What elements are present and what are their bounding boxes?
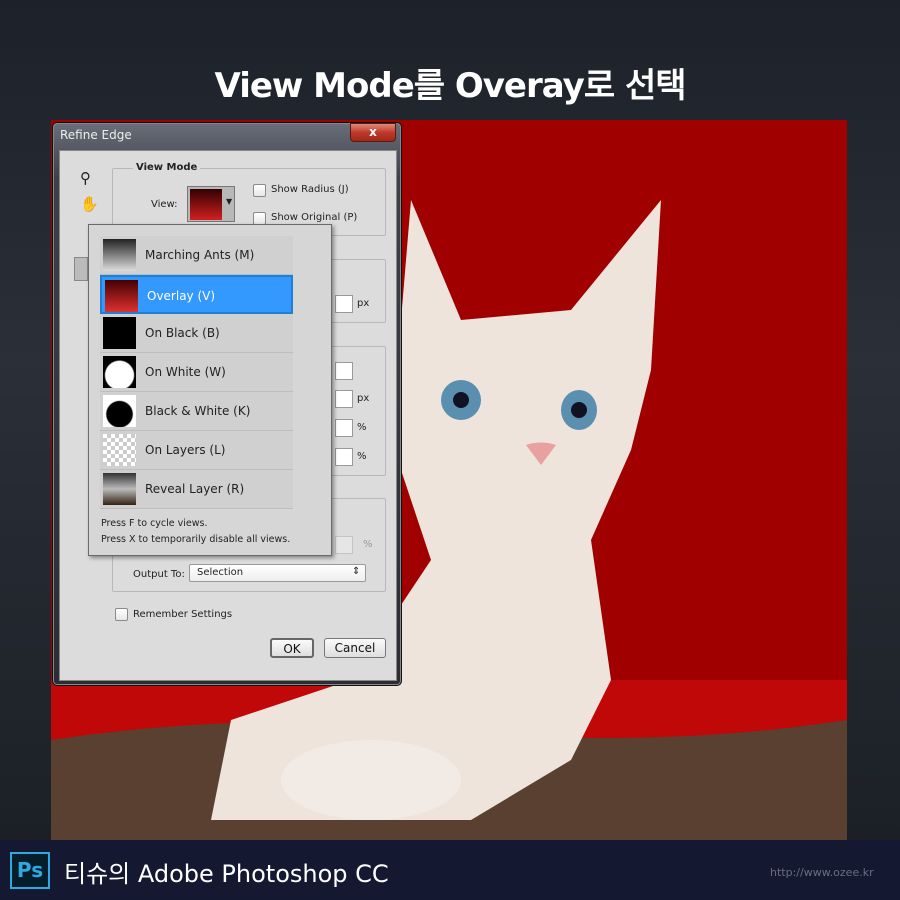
thumbnail — [103, 434, 136, 466]
thumbnail — [103, 317, 136, 349]
percent-unit: % — [357, 422, 367, 433]
menu-item-on-layers[interactable]: On Layers (L) — [100, 431, 293, 470]
footer-url[interactable]: http://www.ozee.kr — [770, 866, 874, 879]
show-radius-checkbox[interactable] — [253, 184, 266, 197]
menu-item-label: On White (W) — [145, 365, 226, 379]
headline: View Mode를 Overay로 선택 — [214, 66, 686, 106]
menu-item-on-black[interactable]: On Black (B) — [100, 314, 293, 353]
remember-settings-checkbox[interactable] — [115, 608, 128, 621]
hint-disable: Press X to temporarily disable all views… — [101, 534, 291, 545]
output-to-select[interactable]: Selection ⇕ — [189, 564, 366, 582]
menu-item-label: Black & White (K) — [145, 404, 251, 418]
px-unit: px — [357, 298, 370, 309]
contrast-input[interactable] — [335, 419, 353, 437]
view-mode-legend: View Mode — [133, 162, 201, 173]
chevron-down-icon: ▼ — [226, 197, 233, 206]
percent-unit: % — [363, 539, 373, 550]
percent-unit: % — [357, 451, 367, 462]
menu-item-on-white[interactable]: On White (W) — [100, 353, 293, 392]
view-thumbnail — [190, 189, 222, 220]
menu-item-marching-ants[interactable]: Marching Ants (M) — [100, 236, 293, 275]
menu-item-label: Overlay (V) — [147, 289, 216, 303]
menu-item-label: Marching Ants (M) — [145, 248, 255, 262]
show-radius-label: Show Radius (J) — [271, 184, 349, 195]
menu-item-reveal-layer[interactable]: Reveal Layer (R) — [100, 470, 293, 509]
px-unit: px — [357, 393, 370, 404]
smooth-input[interactable] — [335, 362, 353, 380]
ok-button[interactable]: OK — [270, 638, 314, 658]
menu-item-black-white[interactable]: Black & White (K) — [100, 392, 293, 431]
show-original-label: Show Original (P) — [271, 212, 358, 223]
thumbnail — [105, 280, 138, 312]
photoshop-logo: Ps — [10, 852, 50, 889]
feather-input[interactable] — [335, 390, 353, 408]
dialog-title: Refine Edge — [60, 128, 132, 142]
tool-icon[interactable] — [74, 257, 88, 281]
hand-tool-icon[interactable]: ✋ — [80, 195, 99, 213]
menu-item-label: On Black (B) — [145, 326, 220, 340]
view-label: View: — [151, 199, 178, 210]
footer-bar: Ps 티슈의 Adobe Photoshop CC http://www.oze… — [0, 840, 900, 900]
footer-title: 티슈의 Adobe Photoshop CC — [64, 860, 389, 888]
menu-item-label: Reveal Layer (R) — [145, 482, 245, 496]
hint-cycle: Press F to cycle views. — [101, 518, 208, 529]
view-dropdown[interactable]: ▼ — [187, 186, 235, 222]
thumbnail — [103, 356, 136, 388]
radius-input[interactable] — [335, 295, 353, 313]
thumbnail — [103, 395, 136, 427]
close-button[interactable]: x — [350, 123, 396, 142]
menu-item-label: On Layers (L) — [145, 443, 226, 457]
remember-settings-label: Remember Settings — [133, 609, 233, 620]
amount-input[interactable] — [335, 536, 353, 554]
thumbnail — [103, 239, 136, 271]
output-to-value: Selection — [197, 567, 244, 578]
zoom-tool-icon[interactable]: ⚲ — [80, 169, 91, 187]
output-to-label: Output To: — [133, 569, 185, 580]
view-mode-menu: Marching Ants (M) Overlay (V) On Black (… — [88, 224, 332, 556]
updown-icon: ⇕ — [352, 566, 361, 577]
thumbnail — [103, 473, 136, 505]
cancel-button[interactable]: Cancel — [324, 638, 386, 658]
shift-edge-input[interactable] — [335, 448, 353, 466]
menu-item-overlay[interactable]: Overlay (V) — [100, 275, 293, 314]
